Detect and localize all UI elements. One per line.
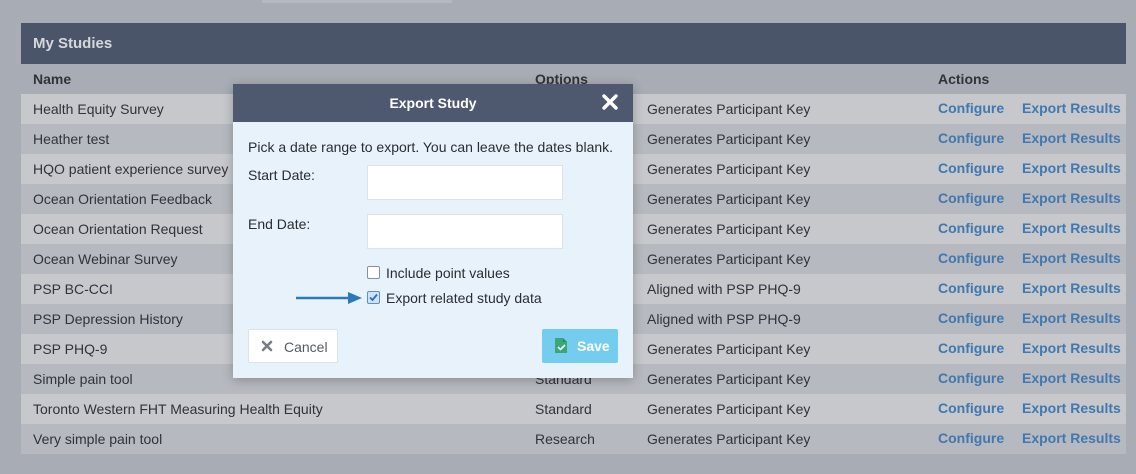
dialog-instructions: Pick a date range to export. You can lea… — [248, 139, 614, 155]
start-date-label: Start Date: — [248, 167, 315, 183]
close-icon[interactable] — [601, 93, 619, 111]
save-file-icon — [555, 338, 567, 353]
dialog-title: Export Study — [389, 95, 477, 111]
cancel-button-label: Cancel — [284, 339, 328, 355]
export-related-data-checkbox[interactable] — [367, 291, 380, 304]
close-icon — [261, 340, 273, 352]
start-date-input[interactable] — [367, 165, 563, 200]
save-button-label: Save — [577, 338, 610, 354]
export-related-data-label: Export related study data — [386, 290, 542, 306]
include-point-values-checkbox[interactable] — [367, 266, 380, 279]
dialog-body: Pick a date range to export. You can lea… — [233, 122, 633, 378]
cancel-button[interactable]: Cancel — [248, 329, 338, 363]
include-point-values-label: Include point values — [386, 265, 510, 281]
annotation-arrow-icon — [296, 292, 362, 304]
dialog-header: Export Study — [233, 84, 633, 122]
checkmark-icon — [369, 293, 378, 302]
end-date-label: End Date: — [248, 216, 311, 232]
export-study-dialog: Export Study Pick a date range to export… — [233, 84, 633, 378]
end-date-input[interactable] — [367, 214, 563, 249]
save-button[interactable]: Save — [542, 329, 618, 363]
